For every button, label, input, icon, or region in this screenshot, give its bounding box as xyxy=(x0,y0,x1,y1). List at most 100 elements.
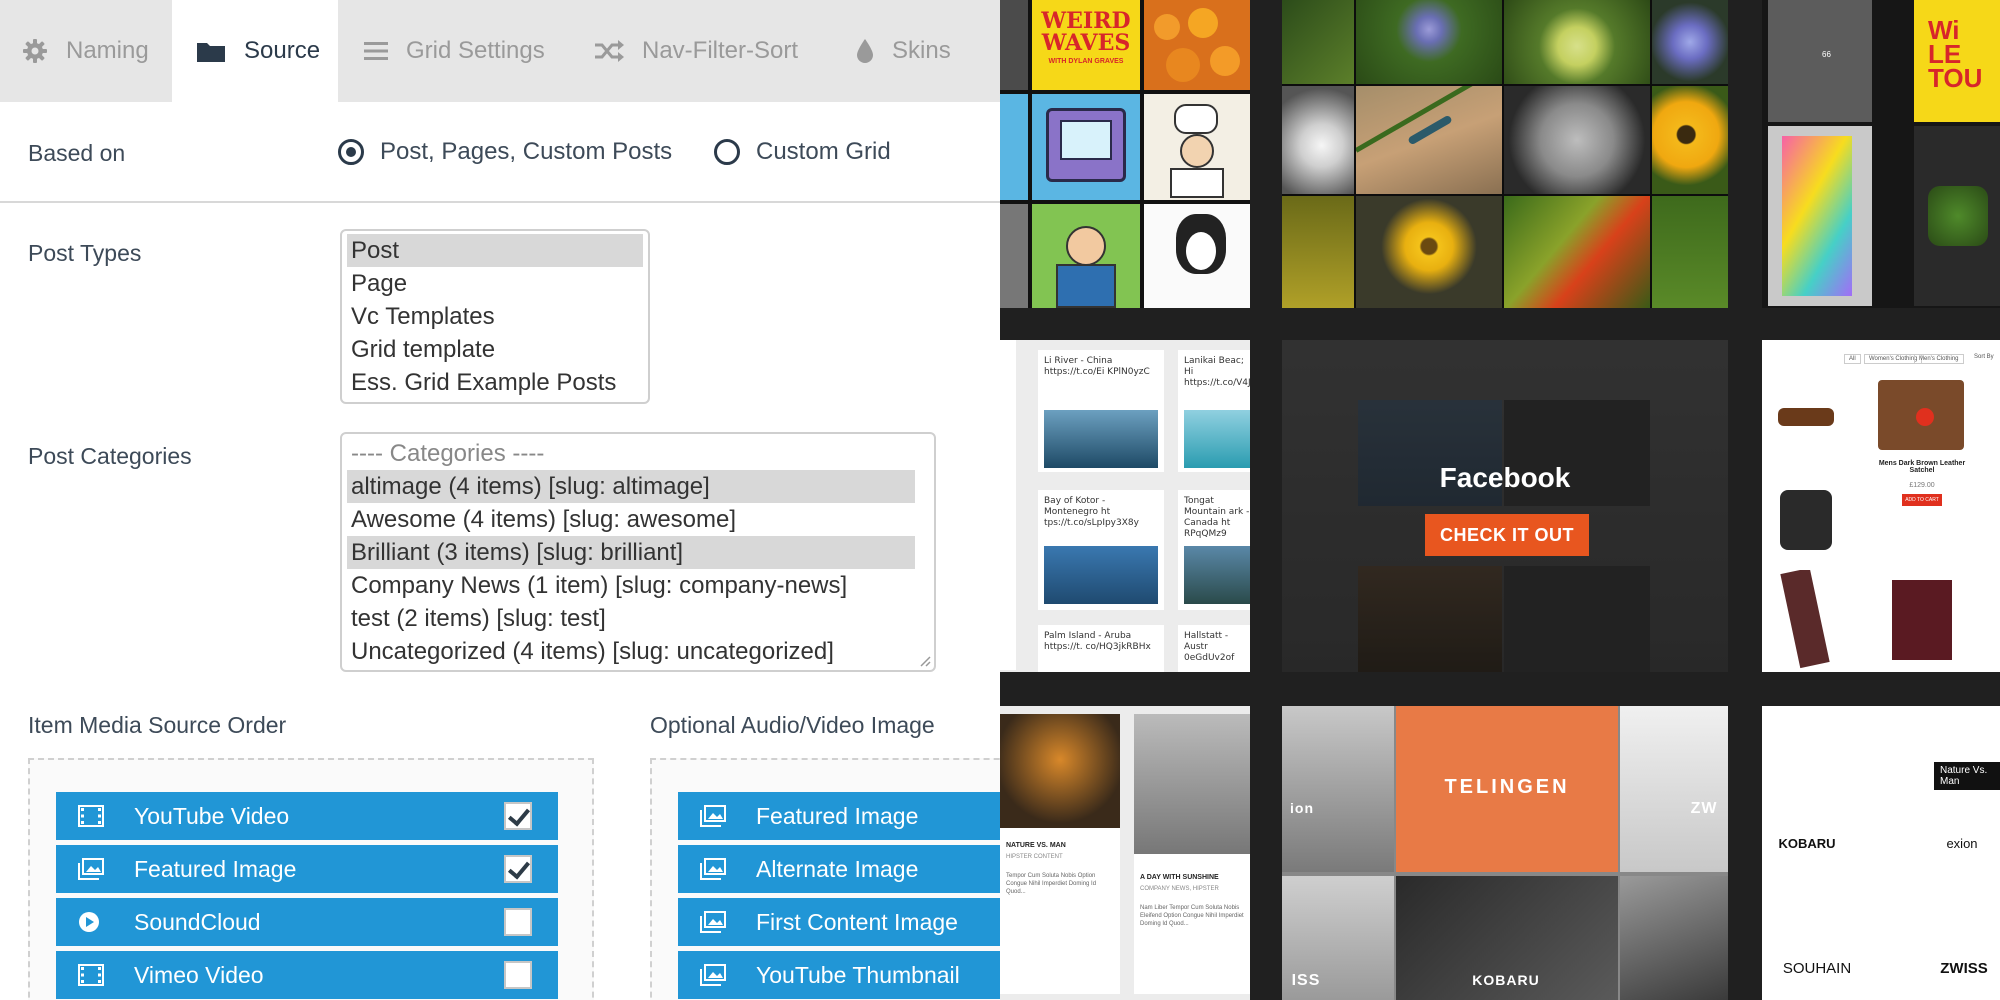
grid-tile[interactable] xyxy=(1620,876,1728,1000)
post-type-option[interactable]: Ess. Grid Example Posts xyxy=(347,366,643,399)
grid-tile[interactable] xyxy=(1504,0,1650,84)
weird-waves-title: WEIRD WAVES xyxy=(1041,8,1131,56)
grid-tile[interactable] xyxy=(1504,196,1650,308)
showcase-blog-panel: NATURE VS. MAN HIPSTER CONTENT Tempor Cu… xyxy=(1000,706,1250,1000)
tab-nav-filter-sort-label: Nav-Filter-Sort xyxy=(642,37,799,64)
tweet-card[interactable]: Hallstatt - Austr 0eGdUv2of xyxy=(1178,625,1250,672)
post-type-option[interactable]: Vc Templates xyxy=(347,300,643,333)
media-source-item[interactable]: Featured Image xyxy=(56,845,558,893)
product-tile[interactable]: Mens Dark Brown Leather Satchel £129.00 … xyxy=(1872,380,1972,520)
media-source-item[interactable]: Vimeo Video xyxy=(56,951,558,999)
post-type-option[interactable]: Page xyxy=(347,267,643,300)
play-icon xyxy=(78,911,108,933)
grid-tile[interactable] xyxy=(1768,126,1872,306)
grid-tile[interactable] xyxy=(1000,204,1028,308)
category-option[interactable]: altimage (4 items) [slug: altimage] xyxy=(347,470,915,503)
post-types-select[interactable]: Post Page Vc Templates Grid template Ess… xyxy=(340,229,650,404)
check-it-out-button[interactable]: CHECK IT OUT xyxy=(1425,514,1589,556)
tab-skins[interactable]: Skins xyxy=(856,0,986,102)
grid-tile[interactable] xyxy=(1914,126,2000,306)
shuffle-icon xyxy=(594,39,624,63)
category-option[interactable]: Brilliant (3 items) [slug: brilliant] xyxy=(347,536,915,569)
product-tile[interactable] xyxy=(1872,570,1972,670)
telingen-tile[interactable]: TELINGEN xyxy=(1396,706,1618,872)
blog-card[interactable]: A DAY WITH SUNSHINE COMPANY NEWS, HIPSTE… xyxy=(1134,714,1250,994)
av-image-label: Alternate Image xyxy=(756,855,919,882)
av-image-item[interactable]: YouTube Thumbnail xyxy=(678,951,1000,999)
post-type-option[interactable]: Grid template xyxy=(347,333,643,366)
grid-tile[interactable] xyxy=(1282,86,1354,194)
grid-tile[interactable] xyxy=(1282,0,1354,84)
media-source-item[interactable]: SoundCloud xyxy=(56,898,558,946)
film-icon xyxy=(78,805,108,827)
post-categories-select[interactable]: ---- Categories ---- altimage (4 items) … xyxy=(340,432,936,672)
grid-tile[interactable] xyxy=(1000,0,1028,90)
tweet-card[interactable]: Li River - China https://t.co/Ei KPlN0yz… xyxy=(1038,350,1164,472)
grid-tile[interactable] xyxy=(1356,196,1502,308)
brand-name: ZW xyxy=(1690,800,1718,817)
tab-source[interactable]: Source xyxy=(172,0,338,102)
category-option[interactable]: test (2 items) [slug: test] xyxy=(347,602,929,635)
post-type-option[interactable]: Post xyxy=(347,234,643,267)
tab-nav-filter-sort[interactable]: Nav-Filter-Sort xyxy=(594,0,834,102)
category-option[interactable]: Awesome (4 items) [slug: awesome] xyxy=(347,503,929,536)
media-source-checkbox[interactable] xyxy=(504,961,532,989)
resize-handle-icon[interactable] xyxy=(919,655,931,667)
tab-grid-settings[interactable]: Grid Settings xyxy=(364,0,574,102)
grid-tile[interactable] xyxy=(1144,94,1250,200)
grid-tile[interactable]: Wi LE TOU xyxy=(1914,0,2000,122)
blog-title: A DAY WITH SUNSHINE xyxy=(1140,874,1219,881)
image-icon xyxy=(78,858,108,880)
radio-post-pages[interactable]: Post, Pages, Custom Posts xyxy=(338,138,672,166)
product-tile[interactable] xyxy=(1770,480,1842,560)
grid-tile[interactable] xyxy=(1144,204,1250,308)
grid-tile[interactable] xyxy=(1652,0,1728,84)
media-source-item[interactable]: YouTube Video xyxy=(56,792,558,840)
shop-sort-button[interactable]: Sort By xyxy=(1974,354,1994,360)
media-source-checkbox[interactable] xyxy=(504,908,532,936)
brand-name: KOBARU xyxy=(1472,972,1540,988)
category-option[interactable]: Uncategorized (4 items) [slug: uncategor… xyxy=(347,635,929,668)
tweet-card[interactable]: Tongat Mountain ark - Canada ht RPqQMz9 xyxy=(1178,490,1250,610)
grid-tile[interactable] xyxy=(1282,196,1354,308)
grid-tile[interactable] xyxy=(1032,204,1140,308)
tab-naming[interactable]: Naming xyxy=(22,0,172,102)
media-source-checkbox[interactable] xyxy=(504,855,532,883)
av-image-item[interactable]: Featured Image xyxy=(678,792,1000,840)
av-image-item[interactable]: First Content Image xyxy=(678,898,1000,946)
tab-bar: Naming Source Grid Settings Nav-Filter-S… xyxy=(0,0,1000,102)
tweet-card[interactable]: Bay of Kotor - Montenegro ht tps://t.co/… xyxy=(1038,490,1164,610)
weird-waves-tile[interactable]: WEIRD WAVES WITH DYLAN GRAVES xyxy=(1032,0,1140,90)
grid-tile[interactable] xyxy=(1000,340,1016,670)
decorative-glyphs: Wi LE TOU xyxy=(1928,15,1983,93)
grid-tile[interactable]: ZW xyxy=(1620,706,1728,872)
grid-tile[interactable] xyxy=(1652,86,1728,194)
grid-tile[interactable]: ion xyxy=(1282,706,1394,872)
grid-tile[interactable] xyxy=(1356,86,1502,194)
av-image-item[interactable]: Alternate Image xyxy=(678,845,1000,893)
grid-tile[interactable] xyxy=(1652,196,1728,308)
tweet-text: Bay of Kotor - Montenegro ht tps://t.co/… xyxy=(1044,496,1139,528)
shop-filter-button[interactable]: Men's Clothing xyxy=(1914,354,1964,364)
shop-filter-button[interactable]: All xyxy=(1844,354,1861,364)
radio-custom-grid[interactable]: Custom Grid xyxy=(714,138,891,166)
grid-tile[interactable] xyxy=(1032,94,1140,200)
tweet-card[interactable]: Palm Island - Aruba https://t. co/HQ3jkR… xyxy=(1038,625,1164,672)
grid-tile[interactable]: KOBARU xyxy=(1396,876,1618,1000)
product-tile[interactable] xyxy=(1770,380,1842,452)
product-tile[interactable] xyxy=(1770,570,1842,670)
category-option[interactable]: Company News (1 item) [slug: company-new… xyxy=(347,569,929,602)
grid-tile[interactable]: ISS xyxy=(1282,876,1394,1000)
grid-tile[interactable] xyxy=(1144,0,1250,90)
brand-name: ion xyxy=(1290,800,1314,816)
tweet-card[interactable]: Lanikai Beac; Hi https://t.co/V4JhA xyxy=(1178,350,1250,472)
grid-tile[interactable]: 66 xyxy=(1768,0,1872,122)
blog-card[interactable]: NATURE VS. MAN HIPSTER CONTENT Tempor Cu… xyxy=(1000,714,1120,994)
grid-tile[interactable] xyxy=(1504,86,1650,194)
media-source-checkbox[interactable] xyxy=(504,802,532,830)
showcase-nature-panel xyxy=(1282,0,1728,308)
add-to-cart-button[interactable]: ADD TO CART xyxy=(1902,494,1942,506)
showcase-facebook-panel: Facebook CHECK IT OUT xyxy=(1282,340,1728,672)
grid-tile[interactable] xyxy=(1356,0,1502,84)
grid-tile[interactable] xyxy=(1000,94,1028,200)
